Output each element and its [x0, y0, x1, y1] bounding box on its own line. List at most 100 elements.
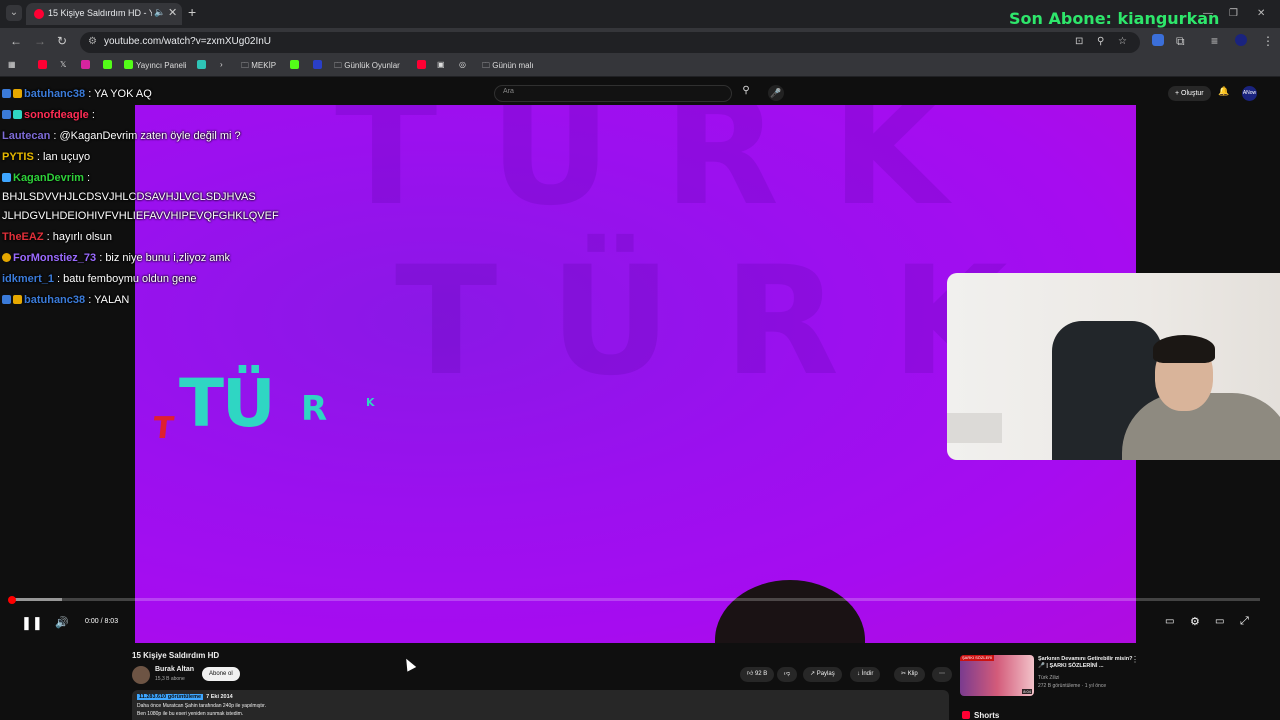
bookmark-yayinci-paneli[interactable]: Yayıncı Paneli [124, 60, 187, 70]
chat-username: KaganDevrim [13, 172, 84, 184]
channel-name[interactable]: Burak Altan [155, 666, 194, 673]
channel-avatar[interactable] [132, 666, 150, 684]
fullscreen-icon[interactable]: ⤢ [1240, 615, 1249, 628]
forward-icon[interactable]: → [34, 34, 46, 48]
progress-bar[interactable] [10, 598, 1260, 601]
chat-text: : lan uçuyo [36, 151, 91, 163]
speaker-icon[interactable]: 🔈 [154, 7, 165, 18]
logo-letter-r: R [301, 389, 328, 429]
chat-username: sonofdeagle [24, 109, 89, 121]
close-tab-icon[interactable]: ✕ [168, 6, 177, 19]
bookmark-youtube[interactable] [38, 60, 50, 70]
install-app-icon[interactable]: ⊡ [1075, 36, 1083, 47]
close-window-icon[interactable]: ✕ [1257, 8, 1265, 19]
chat-username: TheEAZ [2, 231, 44, 243]
mouse-cursor [401, 656, 417, 672]
bookmark-instagram[interactable] [81, 60, 93, 70]
browser-menu-icon[interactable]: ⋮ [1262, 34, 1274, 48]
bookmarks-bar: ▦ 𝕏 Yayıncı Paneli › 🗀 MEKİP 🗀 Günlük Oy… [0, 56, 1280, 77]
more-options-icon[interactable]: ⋮ [1131, 655, 1139, 664]
folder-icon: 🗀 [241, 61, 252, 70]
background-watermark: T Ü R K [335, 105, 948, 239]
extensions-puzzle-icon[interactable]: ⧉ [1176, 34, 1185, 49]
account-avatar[interactable]: ANow [1242, 86, 1257, 101]
bookmark-star-icon[interactable]: ☆ [1118, 36, 1127, 47]
extension-icon[interactable] [1152, 34, 1164, 46]
chat-text: : batu femboymu oldun gene [57, 273, 197, 285]
pause-icon[interactable]: ❚❚ [21, 615, 43, 631]
create-button[interactable]: + Oluştur [1168, 86, 1211, 101]
bookmark-blue[interactable] [313, 60, 325, 70]
chat-username: Lautecan [2, 130, 51, 142]
restore-icon[interactable]: ❐ [1229, 8, 1238, 19]
subscribe-button[interactable]: Abone ol [202, 667, 240, 681]
bookmark-folder-gunluk-oyunlar[interactable]: 🗀 Günlük Oyunlar [334, 60, 400, 74]
chat-message: Lautecan : @KaganDevrim zaten öyle değil… [2, 130, 241, 142]
microphone-icon[interactable]: 🎤 [768, 85, 784, 101]
bookmark-folder-mekip[interactable]: 🗀 MEKİP [241, 60, 276, 74]
last-subscriber-overlay: Son Abone: kiangurkan [1009, 9, 1220, 28]
search-input[interactable]: Ara [494, 85, 732, 102]
media-control-icon[interactable]: ≡ [1211, 34, 1218, 48]
chat-username: ForMonstiez_73 [13, 252, 97, 264]
volume-icon[interactable]: 🔊 [55, 616, 69, 629]
browser-tabbar: ⌄ 15 Kişiye Saldırdım HD - Yo 🔈 ✕ + Son … [0, 0, 1280, 28]
scissors-icon: ✂ [901, 671, 908, 677]
notification-bell-icon[interactable]: 🔔 [1218, 86, 1229, 97]
recommended-video-meta: 272 B görüntüleme · 1 yıl önce [1038, 683, 1107, 689]
thumbnail-badge: ŞARKI SÖZLERİ [960, 655, 995, 661]
chat-username: PYTIS [2, 151, 34, 163]
settings-gear-icon[interactable]: ⚙ [1190, 615, 1200, 628]
minimize-icon[interactable]: — [1203, 8, 1213, 19]
subtitles-icon[interactable]: ▭ [1165, 616, 1174, 627]
chat-message: ForMonstiez_73 : biz niye bunu i,zliyoz … [2, 252, 230, 264]
chat-username: idkmert_1 [2, 273, 54, 285]
progress-scrubber[interactable] [8, 596, 16, 604]
profile-avatar[interactable] [1235, 34, 1247, 46]
more-icon: ⋯ [939, 671, 945, 677]
bookmark-kick[interactable] [103, 60, 115, 70]
site-info-icon[interactable]: ⚙ [88, 36, 97, 47]
view-count: 11.283.610 görüntüleme [137, 694, 204, 700]
clip-button[interactable]: ✂ Klip [894, 667, 925, 682]
bookmark-x[interactable]: 𝕏 [60, 60, 66, 69]
zoom-icon[interactable]: ⚲ [1097, 36, 1104, 47]
progress-buffer [10, 598, 62, 601]
theater-mode-icon[interactable]: ▭ [1215, 616, 1224, 627]
bookmark-globe[interactable]: ◎ [459, 60, 466, 69]
download-label: İndir [861, 671, 874, 677]
folder-icon: 🗀 [482, 61, 493, 70]
shorts-section-header: Shorts [962, 711, 999, 720]
search-icon[interactable]: ⚲ [734, 85, 758, 102]
chat-text: : hayırlı olsun [46, 231, 113, 243]
back-icon[interactable]: ← [10, 34, 22, 48]
create-label: Oluştur [1181, 90, 1204, 97]
bookmark-app[interactable] [197, 60, 209, 70]
bookmark-kick-2[interactable] [290, 60, 302, 70]
video-description[interactable]: 11.283.610 görüntüleme 7 Eki 2014 Daha ö… [132, 690, 949, 720]
download-button[interactable]: ↓ İndir [850, 667, 881, 682]
chat-username: batuhanc38 [24, 294, 86, 306]
tab-search-icon[interactable]: ⌄ [6, 5, 22, 21]
chat-message: batuhanc38 : YA YOK AQ [2, 88, 152, 100]
bookmark-youtube-2[interactable] [417, 60, 429, 70]
recommended-video-title[interactable]: Şarkının Devamını Getirebilir misin? 🎤 |… [1038, 656, 1133, 670]
bookmark-folder-gunun-mali[interactable]: 🗀 Günün malı [482, 60, 534, 74]
new-tab-icon[interactable]: + [188, 4, 196, 20]
share-button[interactable]: ↗ Paylaş [803, 667, 842, 682]
address-bar[interactable]: ⚙ youtube.com/watch?v=zxmXUg02InU ⊡ ⚲ ☆ [80, 32, 1140, 53]
streamer-hair [1153, 335, 1215, 363]
like-button[interactable]: 👍︎ 92 B [740, 667, 775, 682]
bookmark-terminal[interactable]: › [220, 60, 223, 69]
recommended-video-thumbnail[interactable]: ŞARKI SÖZLERİ 8:04 [960, 655, 1034, 696]
apps-grid-icon[interactable]: ▦ [8, 60, 16, 69]
chat-message: TheEAZ : hayırlı olsun [2, 231, 112, 243]
more-actions-button[interactable]: ⋯ [932, 667, 952, 682]
chat-text: : @KaganDevrim zaten öyle değil mi ? [53, 130, 241, 142]
chat-message: batuhanc38 : YALAN [2, 294, 129, 306]
bookmark-image[interactable]: ▣ [437, 60, 445, 69]
recommended-video-channel[interactable]: Türk Zilizi [1038, 675, 1059, 681]
dislike-button[interactable]: 👎︎ [777, 667, 798, 682]
reload-icon[interactable]: ↻ [57, 34, 67, 48]
browser-tab[interactable]: 15 Kişiye Saldırdım HD - Yo 🔈 ✕ [26, 3, 182, 25]
